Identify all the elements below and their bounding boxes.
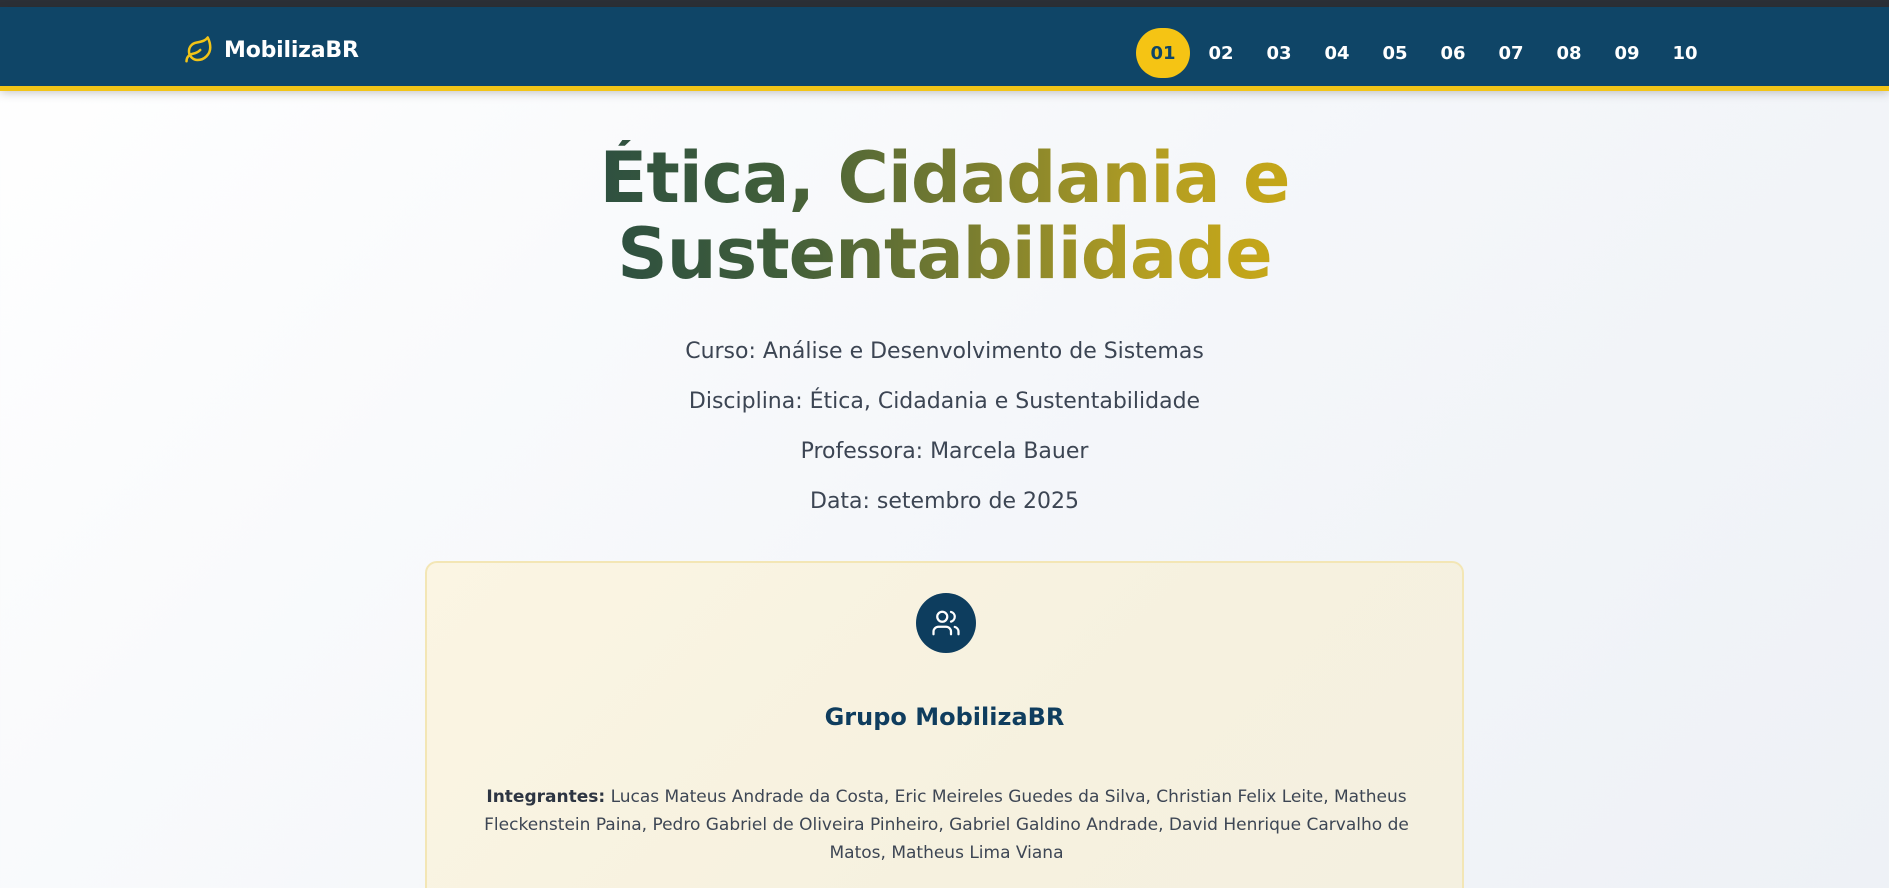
discipline-text: Disciplina: Ética, Cidadania e Sustentab… xyxy=(688,389,1201,414)
page-button-04[interactable]: 04 xyxy=(1310,28,1364,78)
members-text: Integrantes: Lucas Mateus Andrade da Cos… xyxy=(457,783,1436,867)
page-button-01[interactable]: 01 xyxy=(1136,28,1190,78)
group-card: Grupo MobilizaBR Integrantes: Lucas Mate… xyxy=(425,561,1464,888)
members-label: Integrantes: xyxy=(486,787,606,807)
navbar-accent-line xyxy=(0,86,1889,91)
date-text: Data: setembro de 2025 xyxy=(810,489,1079,514)
page-button-08[interactable]: 08 xyxy=(1542,28,1596,78)
members-list: Lucas Mateus Andrade da Costa, Eric Meir… xyxy=(484,787,1409,863)
users-icon xyxy=(932,610,960,636)
top-navbar: MobilizaBR 01 02 03 04 05 06 07 08 09 10 xyxy=(0,7,1889,86)
page-button-02[interactable]: 02 xyxy=(1194,28,1248,78)
brand-logo[interactable]: MobilizaBR xyxy=(184,33,359,67)
window-top-strip xyxy=(0,0,1889,7)
page-button-10[interactable]: 10 xyxy=(1658,28,1712,78)
page-button-09[interactable]: 09 xyxy=(1600,28,1654,78)
page-button-06[interactable]: 06 xyxy=(1426,28,1480,78)
page-title: Ética, Cidadania e Sustentabilidade xyxy=(0,140,1889,292)
page-button-03[interactable]: 03 xyxy=(1252,28,1306,78)
page-button-05[interactable]: 05 xyxy=(1368,28,1422,78)
page-button-07[interactable]: 07 xyxy=(1484,28,1538,78)
course-text: Curso: Análise e Desenvolvimento de Sist… xyxy=(685,339,1204,364)
title-line-1: Ética, Cidadania e xyxy=(596,140,1294,216)
group-title: Grupo MobilizaBR xyxy=(824,703,1065,731)
leaf-icon xyxy=(185,36,212,63)
brand-name: MobilizaBR xyxy=(224,37,359,63)
title-line-2: Sustentabilidade xyxy=(613,216,1275,292)
professor-text: Professora: Marcela Bauer xyxy=(800,439,1089,464)
slide-pagination: 01 02 03 04 05 06 07 08 09 10 xyxy=(1136,28,1716,78)
users-icon-badge xyxy=(916,593,976,653)
